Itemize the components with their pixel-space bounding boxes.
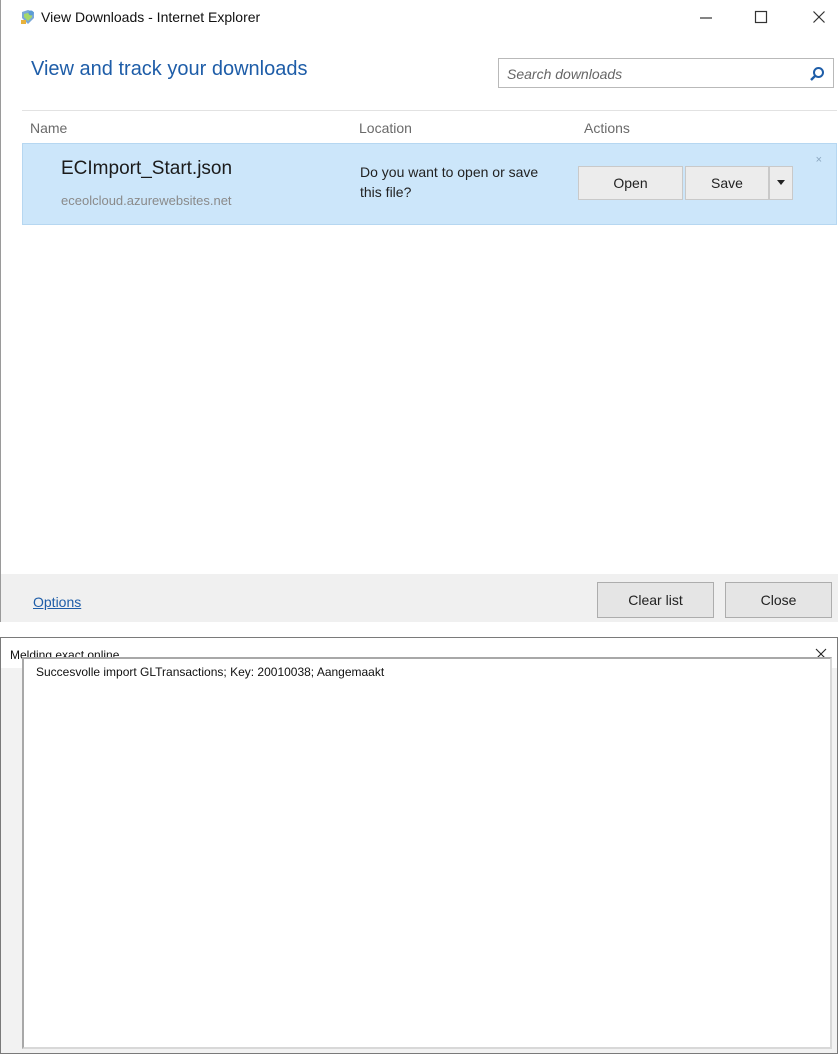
downloads-titlebar[interactable]: View Downloads - Internet Explorer [1,0,838,36]
window-close-button[interactable] [803,4,835,30]
maximize-icon [754,10,768,24]
search-input[interactable] [505,63,795,85]
downloads-window: View Downloads - Internet Explorer View … [0,0,838,622]
minimize-button[interactable] [690,4,722,30]
search-button[interactable] [807,64,827,84]
dismiss-item-button[interactable]: × [816,154,822,166]
download-item[interactable]: ECImport_Start.json eceolcloud.azurewebs… [22,143,837,225]
window-title: View Downloads - Internet Explorer [41,9,261,25]
download-filename: ECImport_Start.json [61,158,233,179]
chevron-down-icon [777,180,785,185]
message-window: Melding exact online Succesvolle import … [0,637,838,1054]
save-options-button[interactable] [769,166,793,200]
open-button[interactable]: Open [578,166,683,200]
column-location[interactable]: Location [359,120,412,136]
column-header: Name Location Actions [22,110,837,142]
page-title: View and track your downloads [31,58,308,80]
close-icon [813,11,825,23]
search-icon [810,67,824,81]
save-button[interactable]: Save [685,166,769,200]
maximize-button[interactable] [745,4,777,30]
minimize-icon [700,17,712,19]
message-text: Succesvolle import GLTransactions; Key: … [36,665,385,679]
downloads-app-icon [19,8,37,26]
download-source: eceolcloud.azurewebsites.net [61,193,232,208]
message-textarea[interactable]: Succesvolle import GLTransactions; Key: … [22,657,832,1049]
close-button[interactable]: Close [725,582,832,618]
column-actions: Actions [584,120,630,136]
clear-list-button[interactable]: Clear list [597,582,714,618]
downloads-footer: Options Clear list Close [1,574,838,622]
options-link[interactable]: Options [33,594,81,610]
search-box [498,58,834,88]
column-name[interactable]: Name [30,120,67,136]
download-prompt: Do you want to open or save this file? [360,164,539,200]
